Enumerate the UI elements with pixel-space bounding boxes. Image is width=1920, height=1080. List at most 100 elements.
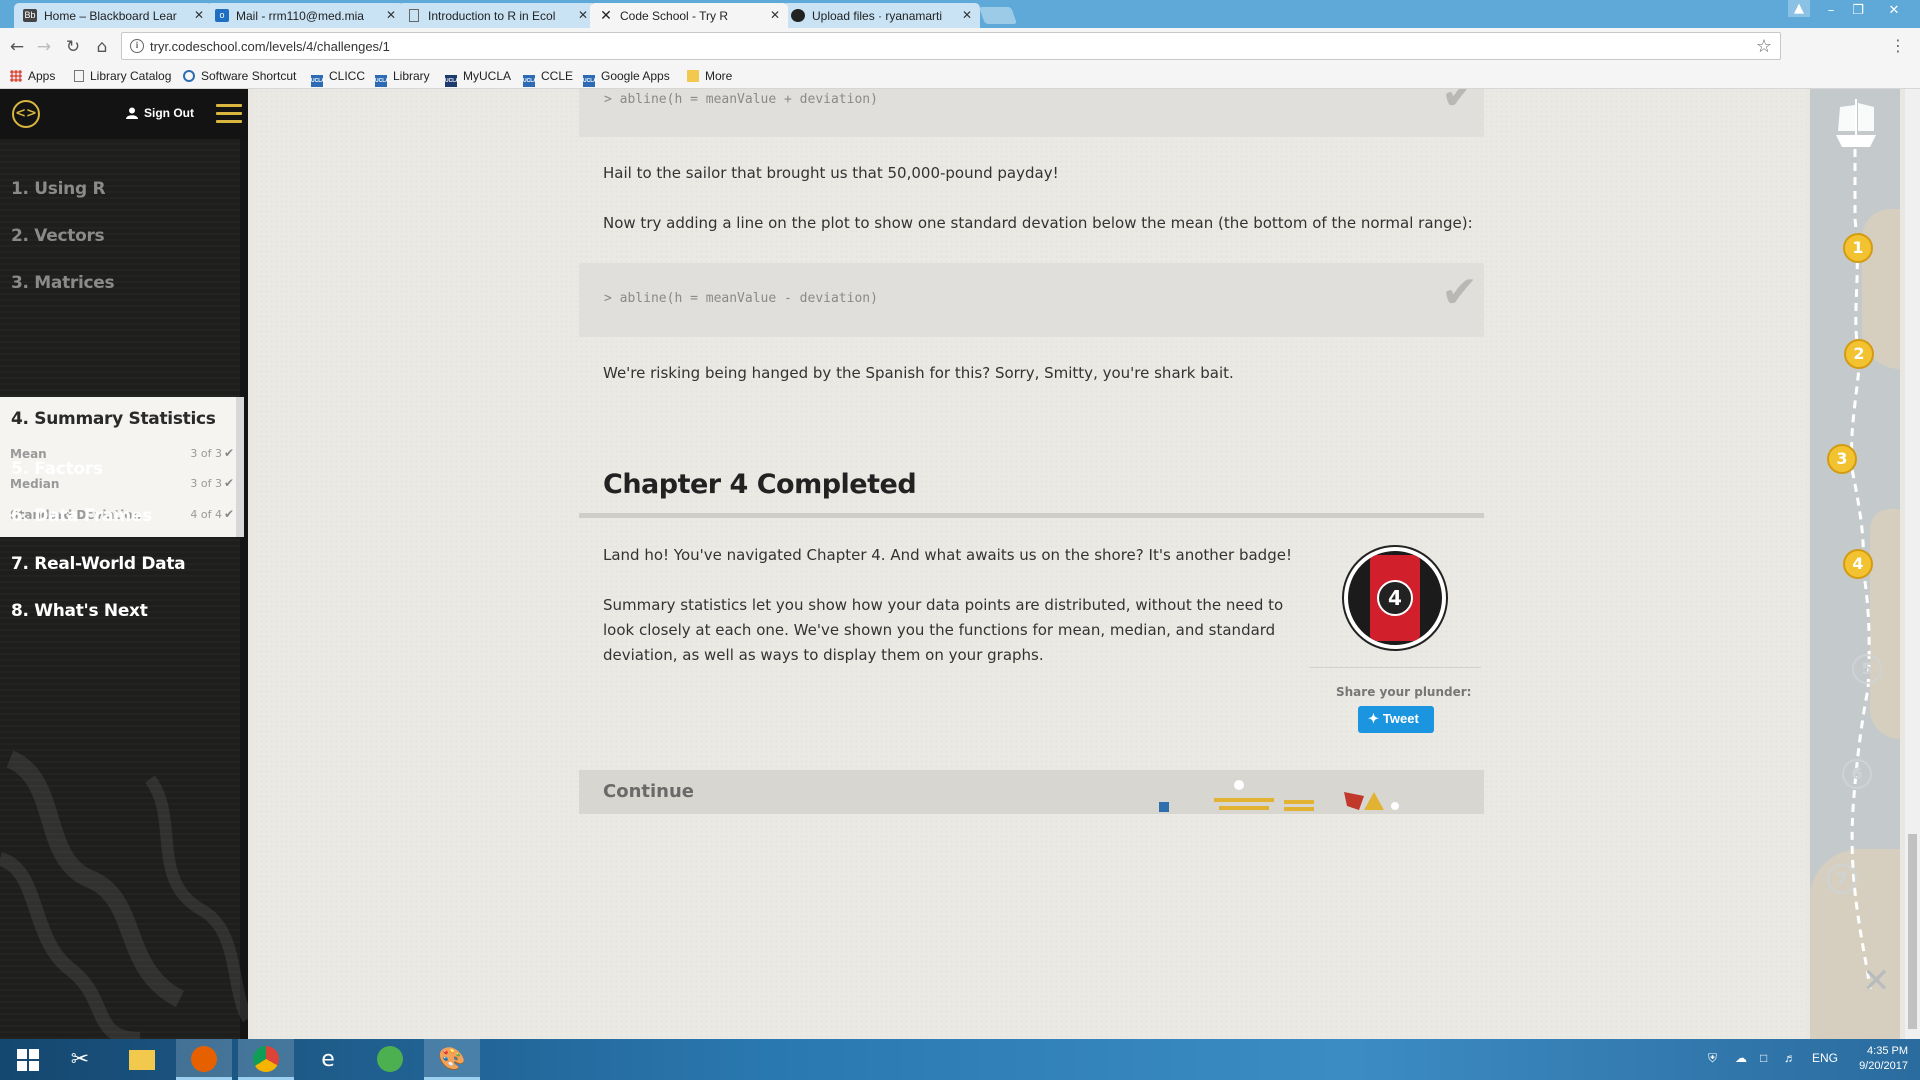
level-4-link[interactable]: 4. Summary Statistics — [11, 409, 216, 429]
tab-github-upload[interactable]: Upload files · ryanamarti ✕ — [782, 3, 980, 28]
narrative-text: Hail to the sailor that brought us that … — [603, 164, 1059, 182]
continue-button[interactable]: Continue — [579, 769, 1484, 814]
firefox-icon[interactable] — [176, 1039, 232, 1080]
chrome-icon[interactable] — [238, 1039, 294, 1080]
checkmark-icon: ✔ — [223, 507, 234, 521]
restore-icon[interactable]: ❐ — [1845, 2, 1871, 22]
close-icon[interactable]: ✕ — [194, 8, 204, 22]
globe-app-icon[interactable] — [362, 1039, 418, 1080]
kraken-illustration — [0, 750, 248, 1039]
level-1-link[interactable]: 1. Using R — [11, 179, 106, 199]
checkmark-icon: ✔ — [223, 446, 234, 460]
ucla-icon: UCLA — [375, 75, 389, 87]
ucla-icon: UCLA — [445, 75, 459, 87]
minimize-icon[interactable]: – — [1818, 2, 1844, 22]
bookmark-software-shortcut[interactable]: Software Shortcut — [183, 69, 296, 83]
start-windows-icon[interactable] — [0, 1039, 56, 1080]
level-5-link[interactable]: 5. Factors — [11, 459, 103, 479]
file-explorer-icon[interactable] — [114, 1039, 170, 1080]
new-tab-button[interactable] — [978, 7, 1018, 24]
chapter-summary-text: look closely at each one. We've shown yo… — [603, 621, 1276, 639]
folder-icon — [687, 70, 699, 82]
tab-code-school[interactable]: ✕ Code School - Try R ✕ — [590, 3, 788, 29]
ucla-icon: UCLA — [523, 75, 537, 87]
map-waypoint-5[interactable]: 5 — [1852, 654, 1882, 684]
bookmark-apps[interactable]: Apps — [10, 69, 55, 83]
map-waypoint-6[interactable]: 6 — [1842, 759, 1872, 789]
document-icon — [409, 9, 419, 22]
treasure-x-icon: ✕ — [1862, 961, 1891, 1001]
close-icon[interactable]: ✕ — [770, 8, 780, 22]
bookmark-more[interactable]: More — [687, 69, 732, 83]
bookmark-star-icon[interactable]: ☆ — [1756, 36, 1772, 57]
progress-map: 1 2 3 4 5 6 7 ✕ — [1810, 89, 1900, 1039]
narrative-text: We're risking being hanged by the Spanis… — [603, 364, 1234, 382]
volume-icon[interactable]: ♬ — [1784, 1051, 1796, 1065]
forward-arrow-icon[interactable]: → — [33, 36, 55, 58]
software-icon — [183, 70, 195, 82]
paint-icon[interactable]: 🎨 — [424, 1039, 480, 1080]
address-bar[interactable]: i tryr.codeschool.com/levels/4/challenge… — [121, 32, 1781, 60]
bookmark-library-catalog[interactable]: Library Catalog — [74, 69, 171, 83]
checkmark-icon: ✔ — [1441, 267, 1478, 318]
windows-taskbar: ✂ e 🎨 ⛨ ☁ □ ♬ ENG 4:35 PM 9/20/2017 — [0, 1039, 1920, 1080]
sidebar-header: <> Sign Out — [0, 89, 248, 139]
url-text[interactable]: tryr.codeschool.com/levels/4/challenges/… — [150, 39, 390, 54]
shield-icon[interactable]: ⛨ — [1708, 1051, 1717, 1066]
instruction-text: Now try adding a line on the plot to sho… — [603, 214, 1473, 232]
codeschool-icon: ✕ — [600, 7, 612, 23]
ucla-icon: UCLA — [311, 75, 325, 87]
info-icon[interactable]: i — [130, 39, 144, 53]
tab-intro-r[interactable]: Introduction to R in Ecol ✕ — [398, 3, 596, 28]
bookmark-myucla[interactable]: UCLA MyUCLA — [445, 69, 511, 87]
chapter-completed-heading: Chapter 4 Completed — [603, 469, 917, 500]
sign-out-link[interactable]: Sign Out — [126, 106, 194, 120]
tab-blackboard[interactable]: Bb Home – Blackboard Lear ✕ — [14, 3, 212, 28]
home-icon[interactable]: ⌂ — [91, 36, 113, 58]
window-close-icon[interactable]: ✕ — [1874, 2, 1914, 22]
level-8-link[interactable]: 8. What's Next — [11, 601, 148, 621]
bookmarks-bar: Apps Library Catalog Software Shortcut U… — [0, 65, 1920, 89]
code-block: > abline(h = meanValue + deviation) ✔ — [579, 89, 1484, 137]
subitem-median[interactable]: Median 3 of 3 ✔ — [10, 476, 234, 495]
codeschool-logo-icon[interactable]: <> — [12, 100, 40, 128]
bookmark-google-apps[interactable]: UCLA Google Apps — [583, 69, 670, 87]
bookmark-clicc[interactable]: UCLA CLICC — [311, 69, 365, 87]
snipping-tool-icon[interactable]: ✂ — [52, 1039, 108, 1080]
divider — [1309, 667, 1481, 668]
map-waypoint-1[interactable]: 1 — [1843, 233, 1873, 263]
share-label: Share your plunder: — [1336, 685, 1472, 699]
language-indicator[interactable]: ENG — [1812, 1051, 1838, 1065]
page-scrollbar[interactable] — [1905, 89, 1920, 1039]
profile-icon[interactable]: ▲ — [1788, 0, 1810, 17]
level-6-link[interactable]: 6. Data Frames — [11, 506, 152, 526]
treasure-illustration — [1159, 780, 1399, 812]
close-icon[interactable]: ✕ — [578, 8, 588, 22]
bookmark-ccle[interactable]: UCLA CCLE — [523, 69, 573, 87]
map-waypoint-2[interactable]: 2 — [1844, 339, 1874, 369]
bookmark-library[interactable]: UCLA Library — [375, 69, 430, 87]
menu-hamburger-icon[interactable] — [216, 104, 242, 124]
back-arrow-icon[interactable]: ← — [6, 36, 28, 58]
outlook-icon: o — [215, 9, 229, 22]
level-3-link[interactable]: 3. Matrices — [11, 273, 115, 293]
browser-tab-strip: Bb Home – Blackboard Lear ✕ o Mail - rrm… — [0, 0, 1920, 29]
level-2-link[interactable]: 2. Vectors — [11, 226, 105, 246]
user-icon — [126, 107, 138, 119]
level-7-link[interactable]: 7. Real-World Data — [11, 554, 186, 574]
map-waypoint-7[interactable]: 7 — [1827, 864, 1857, 894]
onedrive-icon[interactable]: ☁ — [1735, 1051, 1747, 1065]
network-icon[interactable]: □ — [1760, 1051, 1767, 1065]
map-waypoint-3[interactable]: 3 — [1827, 444, 1857, 474]
system-clock[interactable]: 4:35 PM 9/20/2017 — [1859, 1044, 1908, 1074]
tweet-button[interactable]: ✦ Tweet — [1358, 706, 1434, 733]
map-waypoint-4[interactable]: 4 — [1843, 549, 1873, 579]
close-icon[interactable]: ✕ — [962, 8, 972, 22]
blackboard-icon: Bb — [23, 9, 37, 22]
browser-menu-icon[interactable]: ⋮ — [1890, 36, 1906, 55]
close-icon[interactable]: ✕ — [386, 8, 396, 22]
tab-mail[interactable]: o Mail - rrm110@med.mia ✕ — [206, 3, 404, 28]
scrollbar-thumb[interactable] — [1908, 834, 1917, 1029]
reload-icon[interactable]: ↻ — [62, 36, 84, 58]
internet-explorer-icon[interactable]: e — [300, 1039, 356, 1080]
